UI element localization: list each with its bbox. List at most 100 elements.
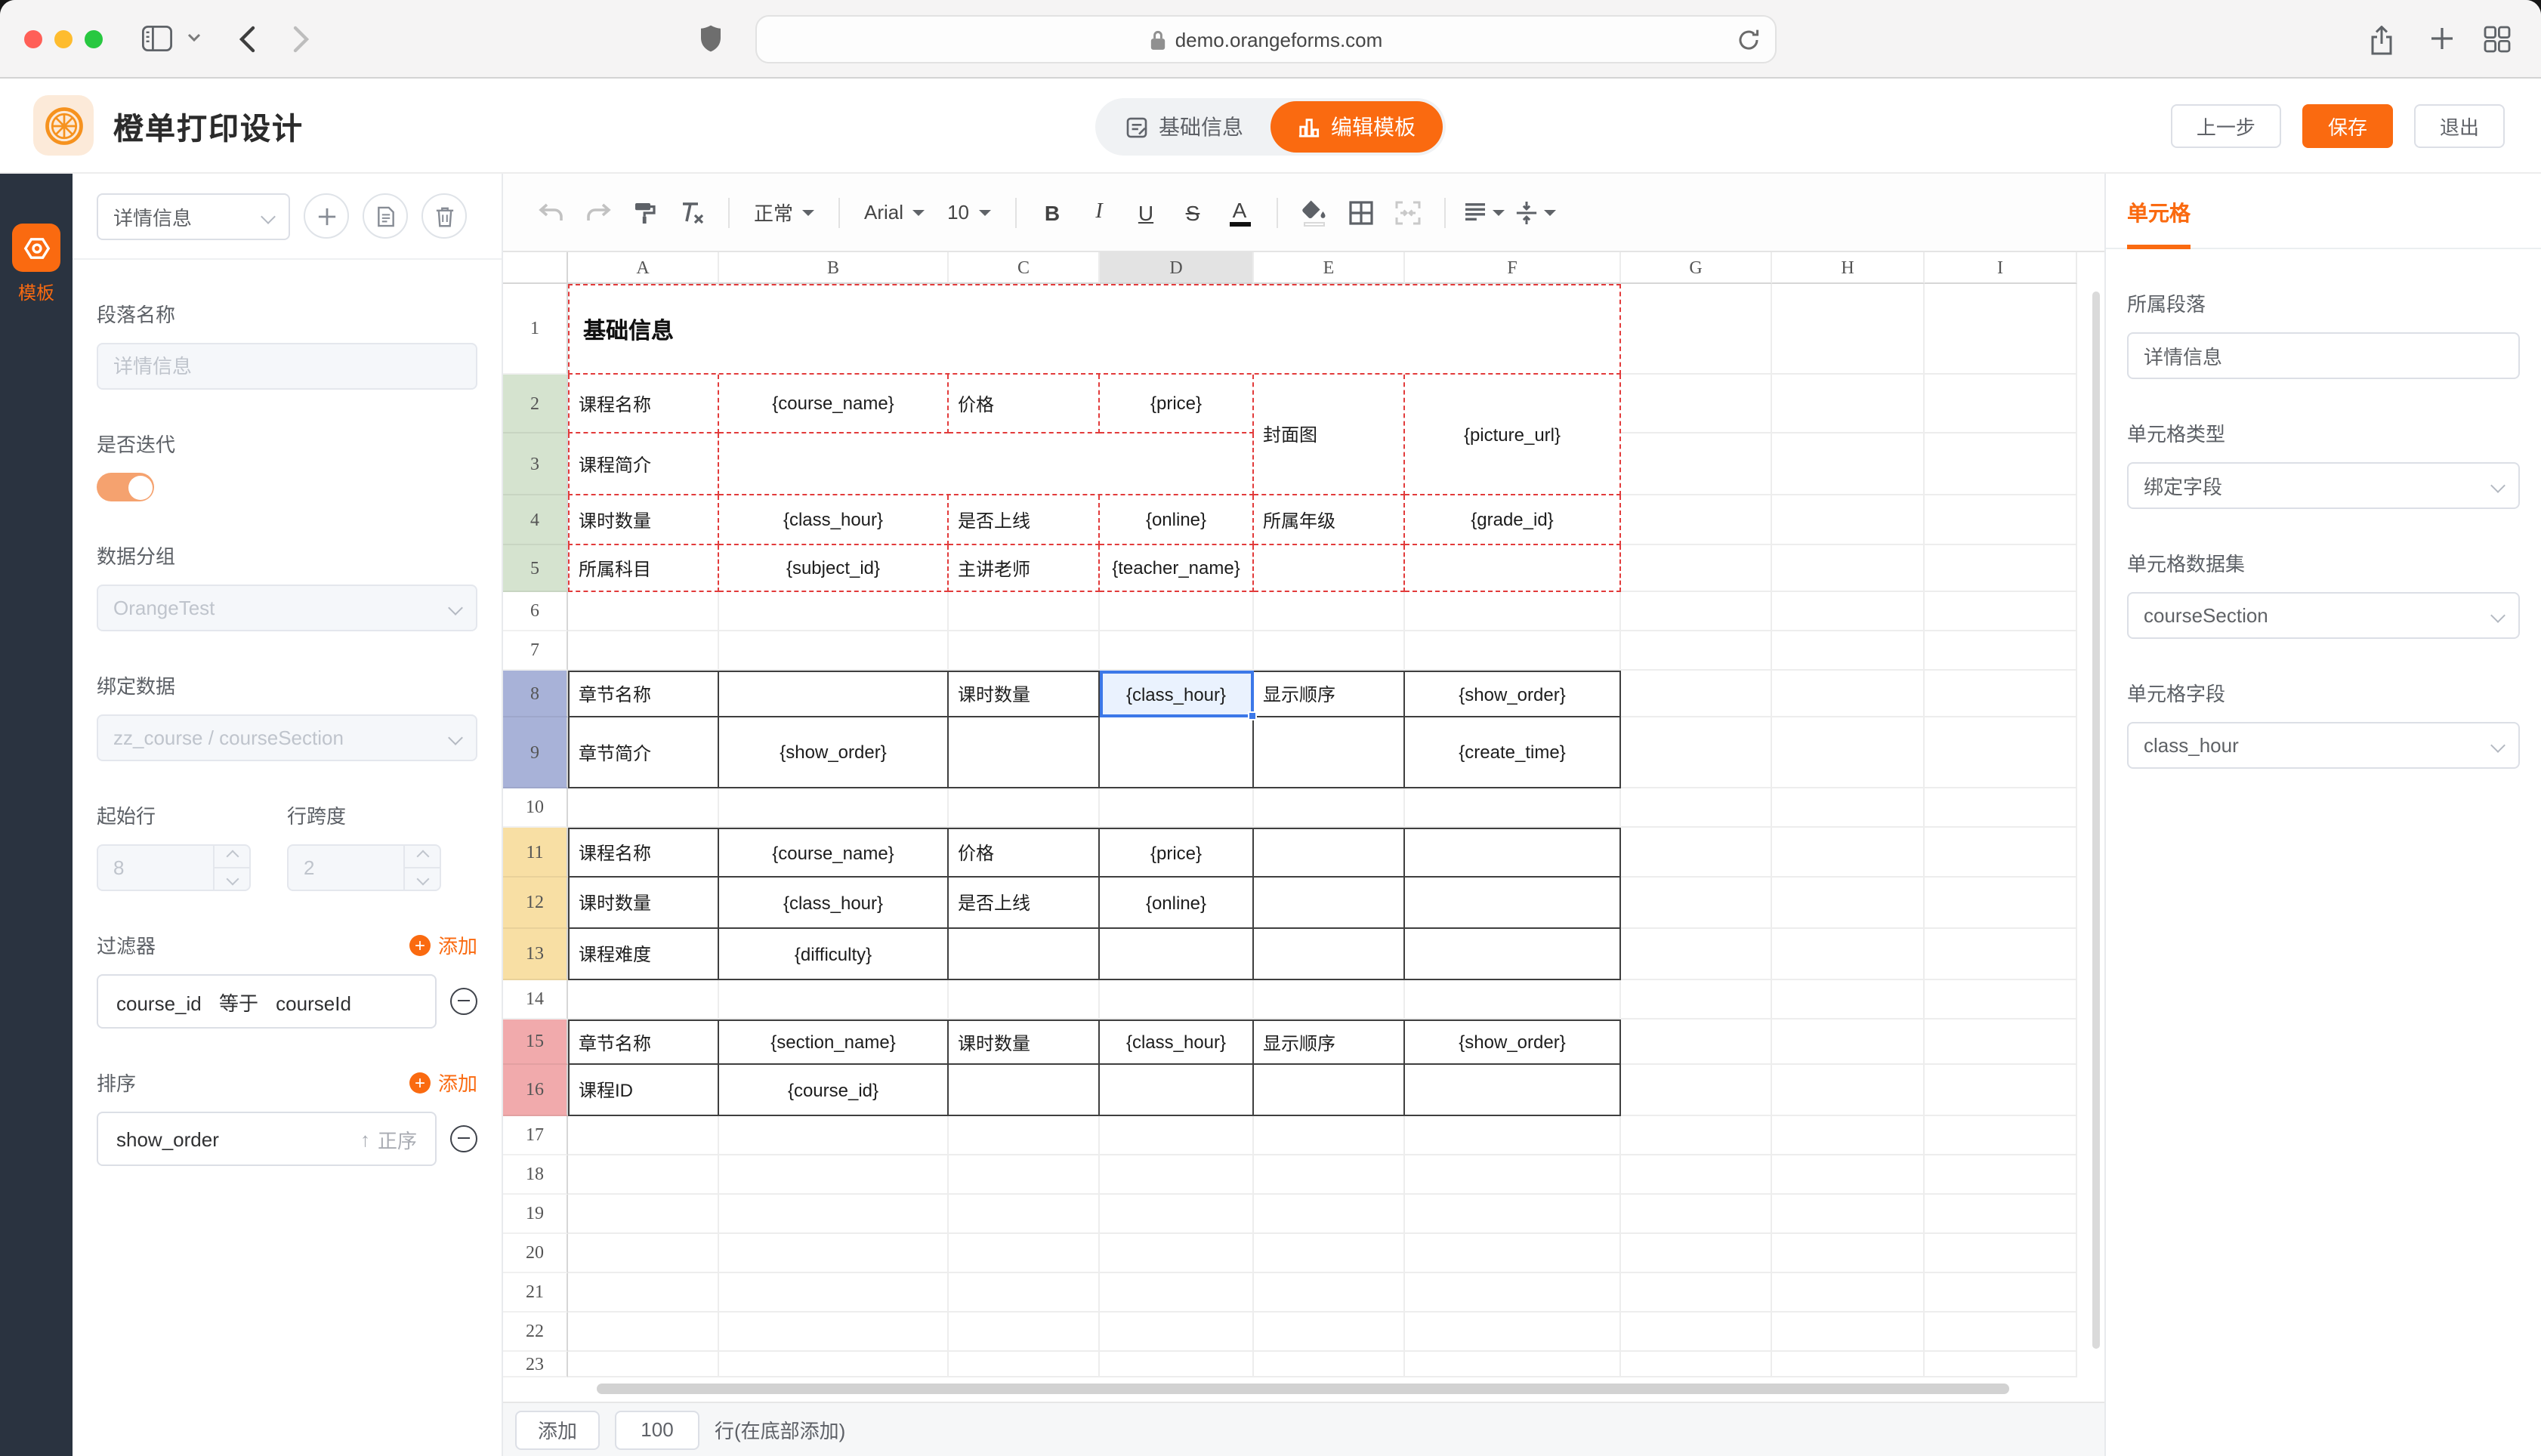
row-header-10[interactable]: 10 — [503, 788, 568, 828]
cell-F4[interactable]: {grade_id} — [1405, 495, 1621, 545]
share-icon[interactable] — [2369, 26, 2394, 56]
cell-G4[interactable] — [1621, 495, 1772, 545]
cell-I22[interactable] — [1925, 1313, 2077, 1352]
rail-item-template[interactable]: 模板 — [18, 279, 54, 305]
cell-D16[interactable] — [1100, 1065, 1254, 1116]
cell-B3[interactable] — [719, 433, 1254, 495]
cell-E19[interactable] — [1254, 1195, 1405, 1234]
cell-D17[interactable] — [1100, 1116, 1254, 1155]
cell-H3[interactable] — [1772, 433, 1925, 495]
save-button[interactable]: 保存 — [2302, 104, 2393, 148]
cell-G2[interactable] — [1621, 375, 1772, 433]
cell-F17[interactable] — [1405, 1116, 1621, 1155]
cell-E15[interactable]: 显示顺序 — [1254, 1020, 1405, 1065]
cell-I13[interactable] — [1925, 929, 2077, 980]
row-header-15[interactable]: 15 — [503, 1020, 568, 1065]
cell-H16[interactable] — [1772, 1065, 1925, 1116]
row-header-3[interactable]: 3 — [503, 433, 568, 495]
cell-G19[interactable] — [1621, 1195, 1772, 1234]
cell-H2[interactable] — [1772, 375, 1925, 433]
cell-G13[interactable] — [1621, 929, 1772, 980]
step-up-icon[interactable] — [215, 846, 249, 867]
cell-C14[interactable] — [949, 980, 1100, 1020]
cell-F6[interactable] — [1405, 592, 1621, 631]
cell-G20[interactable] — [1621, 1234, 1772, 1273]
cell-A9[interactable]: 章节简介 — [568, 717, 719, 788]
cell-I8[interactable] — [1925, 671, 2077, 717]
column-header-C[interactable]: C — [949, 252, 1100, 284]
undo-button[interactable] — [533, 193, 570, 232]
cell-G7[interactable] — [1621, 631, 1772, 671]
cell-G6[interactable] — [1621, 592, 1772, 631]
tab-edit-template[interactable]: 编辑模板 — [1270, 101, 1443, 153]
cell-B2[interactable]: {course_name} — [719, 375, 949, 433]
cell-A16[interactable]: 课程ID — [568, 1065, 719, 1116]
cell-F14[interactable] — [1405, 980, 1621, 1020]
merge-cells-button[interactable] — [1389, 193, 1425, 232]
cell-G16[interactable] — [1621, 1065, 1772, 1116]
cell-A13[interactable]: 课程难度 — [568, 929, 719, 980]
cell-B17[interactable] — [719, 1116, 949, 1155]
row-header-11[interactable]: 11 — [503, 828, 568, 878]
cell-E5[interactable] — [1254, 545, 1405, 592]
address-bar[interactable]: demo.orangeforms.com — [755, 15, 1777, 63]
cell-E16[interactable] — [1254, 1065, 1405, 1116]
cell-E17[interactable] — [1254, 1116, 1405, 1155]
row-header-21[interactable]: 21 — [503, 1273, 568, 1313]
close-window-button[interactable] — [24, 30, 42, 48]
cell-D11[interactable]: {price} — [1100, 828, 1254, 878]
cell-I16[interactable] — [1925, 1065, 2077, 1116]
cell-H9[interactable] — [1772, 717, 1925, 788]
cell-A1[interactable]: 基础信息 — [568, 284, 1621, 375]
cell-D9[interactable] — [1100, 717, 1254, 788]
cell-dataset-select[interactable]: courseSection — [2127, 592, 2520, 639]
cell-H7[interactable] — [1772, 631, 1925, 671]
cell-C21[interactable] — [949, 1273, 1100, 1313]
sidebar-toggle-icon[interactable] — [142, 26, 172, 51]
cell-A21[interactable] — [568, 1273, 719, 1313]
borders-button[interactable] — [1342, 193, 1379, 232]
rows-count-input[interactable] — [615, 1410, 699, 1449]
row-header-4[interactable]: 4 — [503, 495, 568, 545]
cell-H10[interactable] — [1772, 788, 1925, 828]
cell-C12[interactable]: 是否上线 — [949, 878, 1100, 929]
cell-D22[interactable] — [1100, 1313, 1254, 1352]
cell-I10[interactable] — [1925, 788, 2077, 828]
cell-D4[interactable]: {online} — [1100, 495, 1254, 545]
cell-H19[interactable] — [1772, 1195, 1925, 1234]
cell-I12[interactable] — [1925, 878, 2077, 929]
delete-section-button[interactable] — [421, 193, 467, 239]
cell-C9[interactable] — [949, 717, 1100, 788]
sort-item[interactable]: show_order ↑ 正序 — [97, 1112, 437, 1166]
column-header-E[interactable]: E — [1254, 252, 1405, 284]
column-header-D[interactable]: D — [1100, 252, 1254, 284]
cell-I19[interactable] — [1925, 1195, 2077, 1234]
cell-I20[interactable] — [1925, 1234, 2077, 1273]
cell-A6[interactable] — [568, 592, 719, 631]
cell-I3[interactable] — [1925, 433, 2077, 495]
tab-cell[interactable]: 单元格 — [2127, 198, 2191, 249]
tab-overview-icon[interactable] — [2484, 26, 2511, 53]
remove-filter-button[interactable] — [450, 988, 477, 1015]
cell-A19[interactable] — [568, 1195, 719, 1234]
cell-B23[interactable] — [719, 1352, 949, 1377]
cell-A8[interactable]: 章节名称 — [568, 671, 719, 717]
cell-H20[interactable] — [1772, 1234, 1925, 1273]
cell-F18[interactable] — [1405, 1155, 1621, 1195]
cell-F21[interactable] — [1405, 1273, 1621, 1313]
step-up-icon[interactable] — [405, 846, 440, 867]
cell-I23[interactable] — [1925, 1352, 2077, 1377]
cell-H12[interactable] — [1772, 878, 1925, 929]
cell-D14[interactable] — [1100, 980, 1254, 1020]
cell-G1[interactable] — [1621, 284, 1772, 375]
cell-G8[interactable] — [1621, 671, 1772, 717]
row-header-17[interactable]: 17 — [503, 1116, 568, 1155]
shield-icon[interactable] — [699, 24, 722, 53]
cell-A3[interactable]: 课程简介 — [568, 433, 719, 495]
cell-style-select[interactable]: 正常 — [748, 198, 820, 227]
step-down-icon[interactable] — [405, 867, 440, 890]
cell-B20[interactable] — [719, 1234, 949, 1273]
row-header-12[interactable]: 12 — [503, 878, 568, 929]
cell-H8[interactable] — [1772, 671, 1925, 717]
cell-F15[interactable]: {show_order} — [1405, 1020, 1621, 1065]
